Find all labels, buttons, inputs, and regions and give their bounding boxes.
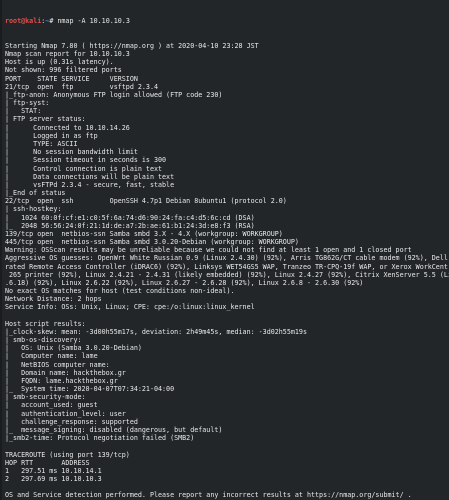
output-line: Network Distance: 2 hops	[5, 295, 102, 304]
output-line: | authentication_level: user	[5, 409, 126, 418]
output-line: |_clock-skew: mean: -3d00h55m17s, deviat…	[5, 327, 307, 336]
output-line: | Data connections will be plain text	[5, 172, 175, 181]
output-line: .6.18) (92%), Linux 2.6.22 (92%), Linux …	[5, 278, 364, 287]
output-line: |_ 2048 56:56:24:0f:21:1d:de:a7:2b:ae:61…	[5, 221, 255, 230]
output-line: rated Remote Access Controller (iDRAC6) …	[5, 262, 449, 271]
output-line: | No session bandwidth limit	[5, 148, 138, 157]
output-line: |_ System time: 2020-04-07T07:34:21-04:0…	[5, 385, 175, 394]
output-line: | challenge_response: supported	[5, 417, 138, 426]
output-line: | Logged in as ftp	[5, 131, 98, 140]
output-line: | smb-security-mode:	[5, 393, 86, 402]
output-line: | Control connection is plain text	[5, 164, 163, 173]
output-line: |_smb2-time: Protocol negotiation failed…	[5, 434, 195, 443]
output-line: | STAT:	[5, 107, 42, 116]
output-line: | smb-os-discovery:	[5, 336, 82, 345]
output-line: Warning: OSScan results may be unreliabl…	[5, 246, 412, 255]
terminal-output: Starting Nmap 7.80 ( https://nmap.org ) …	[5, 42, 449, 500]
output-line: 22/tcp open ssh OpenSSH 4.7p1 Debian 8ub…	[5, 197, 287, 206]
output-line: | NetBIOS computer name:	[5, 360, 110, 369]
output-line: Host script results:	[5, 319, 86, 328]
output-line: | ftp-syst:	[5, 99, 50, 108]
output-line: | Computer name: lame	[5, 352, 98, 361]
output-line: Aggressive OS guesses: OpenWrt White Rus…	[5, 254, 449, 263]
output-line: 1 297.51 ms 10.10.14.1	[5, 466, 102, 475]
output-line: No exact OS matches for host (test condi…	[5, 287, 235, 296]
output-line: | ssh-hostkey:	[5, 205, 62, 214]
output-line: | Session timeout in seconds is 300	[5, 156, 167, 165]
output-line: PORT STATE SERVICE VERSION	[5, 74, 138, 83]
output-line: 21/tcp open ftp vsftpd 2.3.4	[5, 82, 158, 91]
output-line: |_ftp-anon: Anonymous FTP login allowed …	[5, 90, 223, 99]
output-line: | FQDN: lame.hackthebox.gr	[5, 376, 118, 385]
command-text: nmap -A 10.10.10.3	[57, 17, 130, 26]
output-line: Service Info: OSs: Unix, Linux; CPE: cpe…	[5, 303, 255, 312]
output-line: 265 printer (92%), Linux 2.4.21 - 2.4.31…	[5, 270, 449, 279]
output-line: |_ message_signing: disabled (dangerous,…	[5, 426, 223, 434]
terminal-window[interactable]: root@kali:~# nmap -A 10.10.10.3 Starting…	[0, 0, 449, 500]
output-line: | OS: Unix (Samba 3.0.20-Debian)	[5, 344, 142, 353]
output-line: | Connected to 10.10.14.26	[5, 123, 130, 132]
output-line: | FTP server status:	[5, 115, 86, 124]
output-line: Host is up (0.31s latency).	[5, 58, 114, 67]
output-line: | 1024 60:0f:cf:e1:c0:5f:6a:74:d6:90:24:…	[5, 213, 255, 222]
command-prompt-line: root@kali:~# nmap -A 10.10.10.3	[5, 17, 449, 25]
output-line: Starting Nmap 7.80 ( https://nmap.org ) …	[5, 41, 259, 50]
output-line: HOP RTT ADDRESS	[5, 458, 90, 467]
output-line: | account_used: guest	[5, 401, 98, 410]
output-line: Not shown: 996 filtered ports	[5, 66, 122, 75]
output-line: TRACEROUTE (using port 139/tcp)	[5, 450, 130, 459]
output-line: |_End of status	[5, 189, 66, 198]
output-line: | TYPE: ASCII	[5, 139, 78, 148]
output-line: | vsFTPd 2.3.4 - secure, fast, stable	[5, 180, 175, 189]
output-line: | Domain name: hackthebox.gr	[5, 368, 126, 377]
output-line: 139/tcp open netbios-ssn Samba smbd 3.X …	[5, 229, 283, 238]
prompt-user-host: root@kali	[5, 17, 42, 26]
output-line: 445/tcp open netbios-ssn Samba smbd 3.0.…	[5, 238, 299, 247]
output-line: 2 297.69 ms 10.10.10.3	[5, 475, 102, 484]
output-line: Nmap scan report for 10.10.10.3	[5, 50, 130, 59]
output-line: OS and Service detection performed. Plea…	[5, 491, 412, 500]
